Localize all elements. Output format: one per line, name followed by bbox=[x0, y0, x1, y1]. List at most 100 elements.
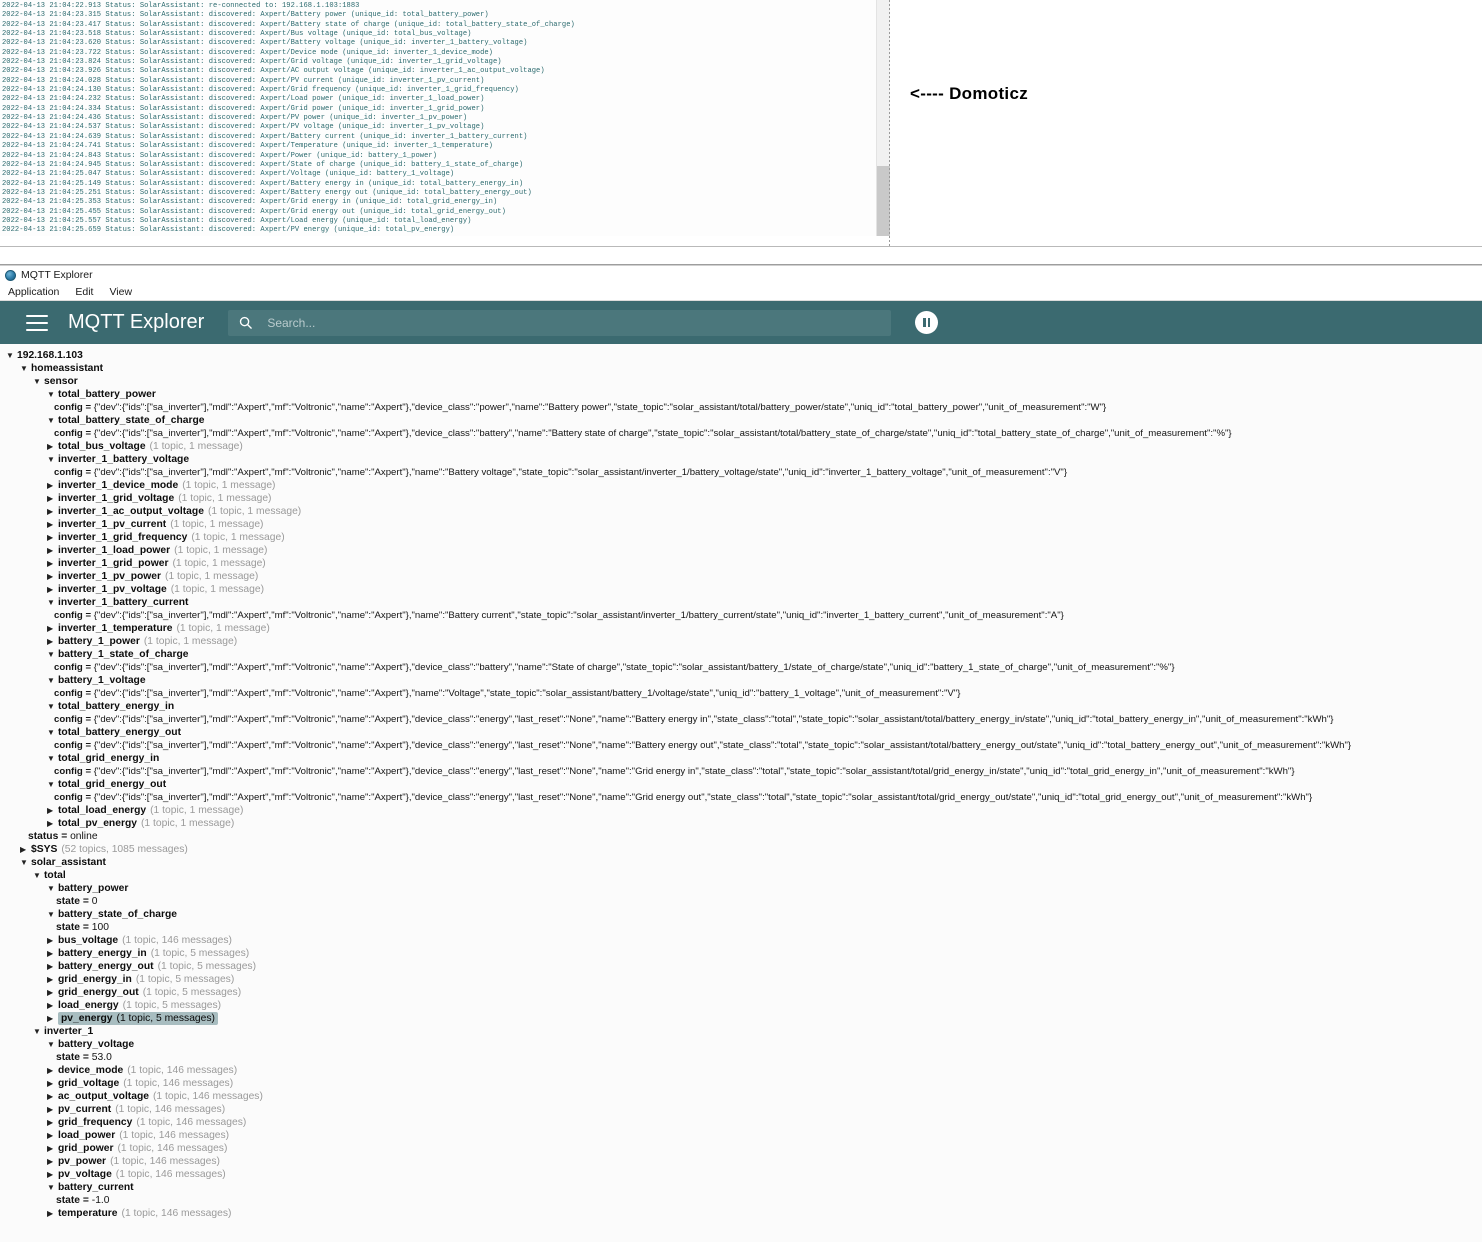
chevron-right-icon[interactable]: ▶ bbox=[47, 947, 58, 960]
chevron-down-icon[interactable]: ▼ bbox=[47, 648, 58, 661]
tree-node-inverter-1-grid-frequency[interactable]: ▶ inverter_1_grid_frequency (1 topic, 1 me… bbox=[0, 531, 1482, 544]
tree-node-inverter-1-temperature[interactable]: ▶ inverter_1_temperature (1 topic, 1 messa… bbox=[0, 622, 1482, 635]
chevron-right-icon[interactable]: ▶ bbox=[47, 479, 58, 492]
tree-node-inverter-1-battery-current[interactable]: ▼ inverter_1_battery_current bbox=[0, 596, 1482, 609]
chevron-right-icon[interactable]: ▶ bbox=[47, 505, 58, 518]
chevron-down-icon[interactable]: ▼ bbox=[20, 856, 31, 869]
chevron-down-icon[interactable]: ▼ bbox=[47, 674, 58, 687]
tree-node-load-power[interactable]: ▶ load_power (1 topic, 146 messages) bbox=[0, 1129, 1482, 1142]
chevron-down-icon[interactable]: ▼ bbox=[47, 453, 58, 466]
chevron-right-icon[interactable]: ▶ bbox=[47, 1064, 58, 1077]
chevron-right-icon[interactable]: ▶ bbox=[47, 492, 58, 505]
chevron-down-icon[interactable]: ▼ bbox=[47, 414, 58, 427]
tree-node-inverter-1-grid-power[interactable]: ▶ inverter_1_grid_power (1 topic, 1 messag… bbox=[0, 557, 1482, 570]
chevron-down-icon[interactable]: ▼ bbox=[6, 349, 17, 362]
chevron-right-icon[interactable]: ▶ bbox=[47, 960, 58, 973]
chevron-right-icon[interactable]: ▶ bbox=[47, 1155, 58, 1168]
tree-node-inverter-1-battery-voltage[interactable]: ▼ inverter_1_battery_voltage bbox=[0, 453, 1482, 466]
tree-node-inverter-1-pv-current[interactable]: ▶ inverter_1_pv_current (1 topic, 1 messag… bbox=[0, 518, 1482, 531]
tree-node-total-battery-power[interactable]: ▼ total_battery_power bbox=[0, 388, 1482, 401]
chevron-right-icon[interactable]: ▶ bbox=[47, 1129, 58, 1142]
tree-node-solar-assistant[interactable]: ▼ solar_assistant bbox=[0, 856, 1482, 869]
search-box[interactable] bbox=[228, 309, 892, 336]
chevron-right-icon[interactable]: ▶ bbox=[47, 1142, 58, 1155]
chevron-right-icon[interactable]: ▶ bbox=[47, 817, 58, 830]
tree-node-grid-power[interactable]: ▶ grid_power (1 topic, 146 messages) bbox=[0, 1142, 1482, 1155]
chevron-right-icon[interactable]: ▶ bbox=[47, 1012, 58, 1025]
chevron-right-icon[interactable]: ▶ bbox=[47, 934, 58, 947]
chevron-right-icon[interactable]: ▶ bbox=[47, 999, 58, 1012]
tree-node-load-energy[interactable]: ▶ load_energy (1 topic, 5 messages) bbox=[0, 999, 1482, 1012]
chevron-right-icon[interactable]: ▶ bbox=[47, 1116, 58, 1129]
tree-node-total-battery-energy-out[interactable]: ▼ total_battery_energy_out bbox=[0, 726, 1482, 739]
menu-edit[interactable]: Edit bbox=[75, 286, 93, 298]
chevron-down-icon[interactable]: ▼ bbox=[47, 908, 58, 921]
tree-node-battery-energy-in[interactable]: ▶ battery_energy_in (1 topic, 5 messages) bbox=[0, 947, 1482, 960]
chevron-right-icon[interactable]: ▶ bbox=[47, 1090, 58, 1103]
tree-node-total-load-energy[interactable]: ▶ total_load_energy (1 topic, 1 message) bbox=[0, 804, 1482, 817]
hamburger-menu-icon[interactable] bbox=[26, 314, 48, 331]
tree-node-device-mode[interactable]: ▶ device_mode (1 topic, 146 messages) bbox=[0, 1064, 1482, 1077]
tree-node-battery-1-power[interactable]: ▶ battery_1_power (1 topic, 1 message) bbox=[0, 635, 1482, 648]
chevron-down-icon[interactable]: ▼ bbox=[47, 596, 58, 609]
chevron-right-icon[interactable]: ▶ bbox=[47, 440, 58, 453]
tree-node-sensor[interactable]: ▼ sensor bbox=[0, 375, 1482, 388]
chevron-down-icon[interactable]: ▼ bbox=[47, 1038, 58, 1051]
chevron-right-icon[interactable]: ▶ bbox=[47, 557, 58, 570]
tree-node-total-battery-state-of-charge[interactable]: ▼ total_battery_state_of_charge bbox=[0, 414, 1482, 427]
tree-node-grid-energy-in[interactable]: ▶ grid_energy_in (1 topic, 5 messages) bbox=[0, 973, 1482, 986]
chevron-right-icon[interactable]: ▶ bbox=[47, 973, 58, 986]
tree-node-total-bus-voltage[interactable]: ▶ total_bus_voltage (1 topic, 1 message) bbox=[0, 440, 1482, 453]
chevron-down-icon[interactable]: ▼ bbox=[47, 388, 58, 401]
tree-node-inverter-1-pv-voltage[interactable]: ▶ inverter_1_pv_voltage (1 topic, 1 messag… bbox=[0, 583, 1482, 596]
chevron-down-icon[interactable]: ▼ bbox=[33, 869, 44, 882]
mqtt-topic-tree[interactable]: ▼ 192.168.1.103 ▼ homeassistant ▼ sensor ▼ tota… bbox=[0, 344, 1482, 1242]
chevron-down-icon[interactable]: ▼ bbox=[33, 1025, 44, 1038]
chevron-right-icon[interactable]: ▶ bbox=[47, 1077, 58, 1090]
tree-node-battery-state-of-charge[interactable]: ▼ battery_state_of_charge bbox=[0, 908, 1482, 921]
tree-node-grid-energy-out[interactable]: ▶ grid_energy_out (1 topic, 5 messages) bbox=[0, 986, 1482, 999]
tree-node-battery-voltage[interactable]: ▼ battery_voltage bbox=[0, 1038, 1482, 1051]
chevron-right-icon[interactable]: ▶ bbox=[47, 531, 58, 544]
pause-button[interactable] bbox=[915, 311, 939, 334]
tree-node-inverter-1-load-power[interactable]: ▶ inverter_1_load_power (1 topic, 1 messag… bbox=[0, 544, 1482, 557]
tree-node-battery-current[interactable]: ▼ battery_current bbox=[0, 1181, 1482, 1194]
tree-node-total-pv-energy[interactable]: ▶ total_pv_energy (1 topic, 1 message) bbox=[0, 817, 1482, 830]
search-input[interactable] bbox=[265, 314, 882, 331]
chevron-down-icon[interactable]: ▼ bbox=[33, 375, 44, 388]
tree-node-ac-output-voltage[interactable]: ▶ ac_output_voltage (1 topic, 146 messages… bbox=[0, 1090, 1482, 1103]
tree-node-battery-1-state-of-charge[interactable]: ▼ battery_1_state_of_charge bbox=[0, 648, 1482, 661]
tree-node-temperature[interactable]: ▶ temperature (1 topic, 146 messages) bbox=[0, 1207, 1482, 1220]
chevron-right-icon[interactable]: ▶ bbox=[47, 544, 58, 557]
chevron-down-icon[interactable]: ▼ bbox=[47, 778, 58, 791]
chevron-right-icon[interactable]: ▶ bbox=[47, 570, 58, 583]
chevron-down-icon[interactable]: ▼ bbox=[20, 362, 31, 375]
tree-node--sys[interactable]: ▶ $SYS (52 topics, 1085 messages) bbox=[0, 843, 1482, 856]
tree-node-inverter-1-device-mode[interactable]: ▶ inverter_1_device_mode (1 topic, 1 messa… bbox=[0, 479, 1482, 492]
tree-node-battery-power[interactable]: ▼ battery_power bbox=[0, 882, 1482, 895]
chevron-right-icon[interactable]: ▶ bbox=[47, 1103, 58, 1116]
tree-node-inverter-1-pv-power[interactable]: ▶ inverter_1_pv_power (1 topic, 1 message) bbox=[0, 570, 1482, 583]
chevron-right-icon[interactable]: ▶ bbox=[47, 635, 58, 648]
tree-node-grid-frequency[interactable]: ▶ grid_frequency (1 topic, 146 messages) bbox=[0, 1116, 1482, 1129]
menu-view[interactable]: View bbox=[109, 286, 132, 298]
tree-node-pv-energy[interactable]: ▶ pv_energy (1 topic, 5 messages) bbox=[0, 1012, 1482, 1025]
tree-node-battery-energy-out[interactable]: ▶ battery_energy_out (1 topic, 5 messages) bbox=[0, 960, 1482, 973]
chevron-down-icon[interactable]: ▼ bbox=[47, 700, 58, 713]
log-scrollbar-track[interactable] bbox=[876, 0, 890, 236]
tree-node-inverter-1-ac-output-voltage[interactable]: ▶ inverter_1_ac_output_voltage (1 topic, 1… bbox=[0, 505, 1482, 518]
chevron-down-icon[interactable]: ▼ bbox=[47, 882, 58, 895]
chevron-right-icon[interactable]: ▶ bbox=[47, 518, 58, 531]
tree-node-grid-voltage[interactable]: ▶ grid_voltage (1 topic, 146 messages) bbox=[0, 1077, 1482, 1090]
chevron-right-icon[interactable]: ▶ bbox=[47, 1207, 58, 1220]
chevron-right-icon[interactable]: ▶ bbox=[47, 1168, 58, 1181]
chevron-down-icon[interactable]: ▼ bbox=[47, 1181, 58, 1194]
chevron-right-icon[interactable]: ▶ bbox=[47, 986, 58, 999]
tree-node-total-grid-energy-out[interactable]: ▼ total_grid_energy_out bbox=[0, 778, 1482, 791]
chevron-right-icon[interactable]: ▶ bbox=[20, 843, 31, 856]
tree-node-homeassistant[interactable]: ▼ homeassistant bbox=[0, 362, 1482, 375]
chevron-right-icon[interactable]: ▶ bbox=[47, 622, 58, 635]
tree-node-inverter-1[interactable]: ▼ inverter_1 bbox=[0, 1025, 1482, 1038]
tree-node-total-battery-energy-in[interactable]: ▼ total_battery_energy_in bbox=[0, 700, 1482, 713]
tree-node-total-grid-energy-in[interactable]: ▼ total_grid_energy_in bbox=[0, 752, 1482, 765]
